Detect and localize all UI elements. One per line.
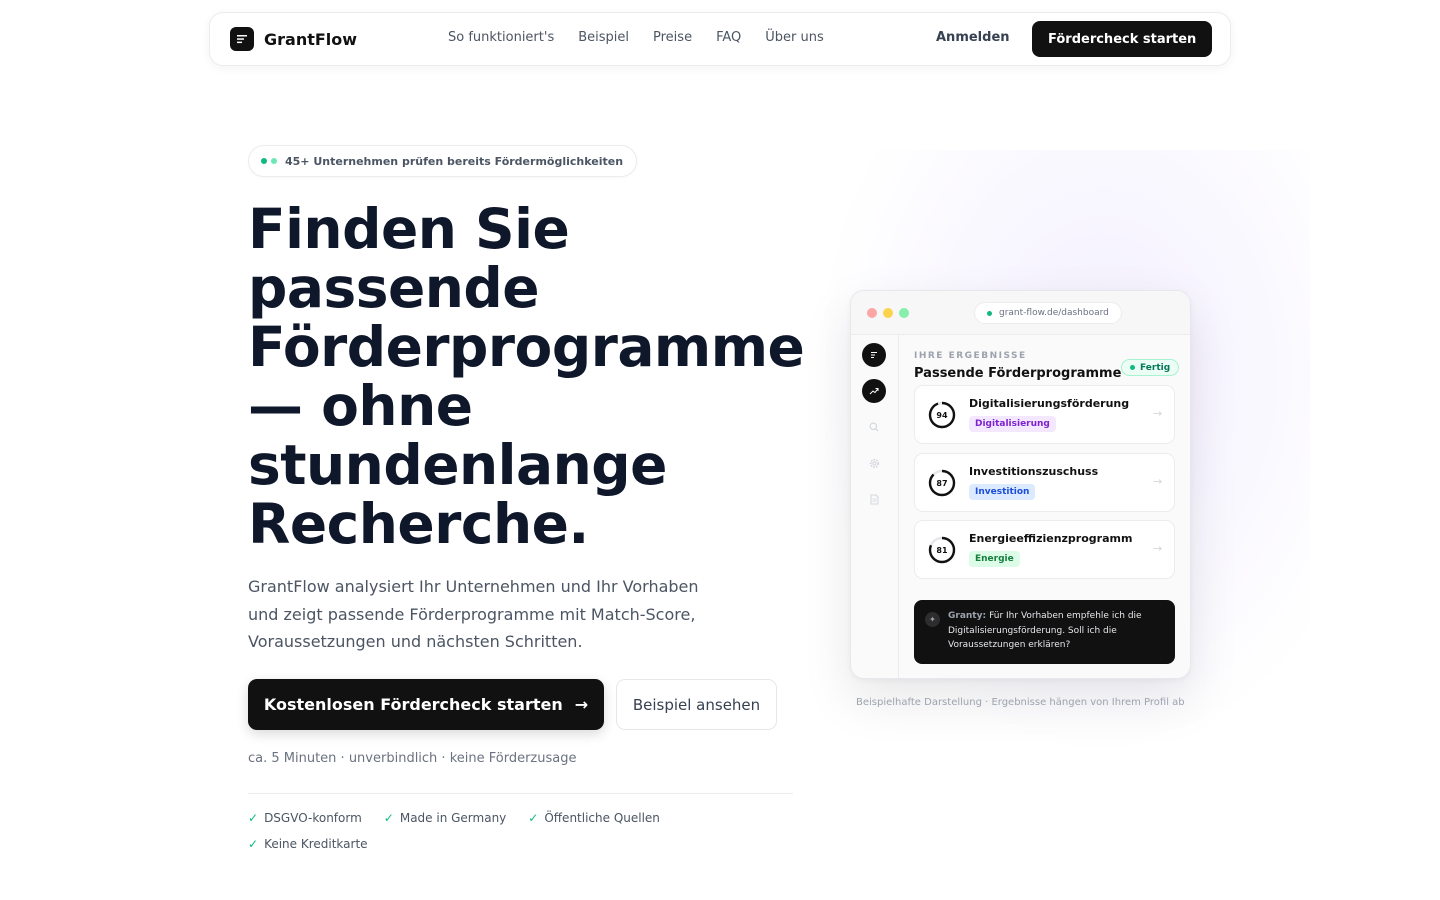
program-card[interactable]: 94 Digitalisierungsförderung Digitalisie… — [914, 385, 1175, 444]
results-label: IHRE ERGEBNISSE — [914, 351, 1027, 361]
assistant-message-text: Granty: Für Ihr Vorhaben empfehle ich die… — [948, 609, 1168, 653]
nav-link-pricing[interactable]: Preise — [653, 30, 692, 45]
url-bar: grant-flow.de/dashboard — [974, 302, 1122, 324]
program-card[interactable]: 87 Investitionszuschuss Investition → — [914, 453, 1175, 512]
secure-dot-icon — [987, 310, 992, 316]
headline-line: passende — [248, 256, 540, 320]
arrow-right-icon: → — [1153, 542, 1163, 555]
search-icon — [862, 415, 886, 439]
logo[interactable]: GrantFlow — [230, 27, 357, 51]
assistant-name: Granty: — [948, 611, 987, 621]
close-dot-icon — [867, 308, 877, 318]
program-title: Energieeffizienzprogramm — [969, 532, 1133, 545]
view-example-button[interactable]: Beispiel ansehen — [616, 679, 777, 730]
arrow-right-icon: → — [1153, 407, 1163, 420]
headline-line: — ohne — [248, 374, 473, 438]
gear-icon — [862, 451, 886, 475]
results-title: Passende Förderprogramme — [914, 366, 1122, 381]
divider — [248, 793, 793, 794]
top-navbar: GrantFlow So funktioniert's Beispiel Pre… — [209, 12, 1231, 66]
mockup-main: IHRE ERGEBNISSE Passende Förderprogramme… — [899, 335, 1190, 678]
trust-label: Öffentliche Quellen — [544, 811, 660, 825]
category-tag: Investition — [969, 484, 1036, 500]
browser-bar: grant-flow.de/dashboard — [851, 291, 1190, 335]
category-tag: Energie — [969, 551, 1020, 567]
url-text: grant-flow.de/dashboard — [999, 308, 1109, 318]
headline-line: Finden Sie — [248, 197, 570, 261]
free-check-button[interactable]: Kostenlosen Fördercheck starten → — [248, 679, 604, 730]
match-score: 81 — [936, 545, 948, 555]
trust-item: ✓ Made in Germany — [384, 810, 507, 826]
nav-link-faq[interactable]: FAQ — [716, 30, 741, 45]
trust-item: ✓ DSGVO-konform — [248, 810, 362, 826]
trust-badges: ✓ DSGVO-konform ✓ Made in Germany ✓ Öffe… — [248, 810, 698, 852]
minimize-dot-icon — [883, 308, 893, 318]
social-proof-pill: 45+ Unternehmen prüfen bereits Fördermög… — [248, 145, 638, 177]
dashboard-mockup: grant-flow.de/dashboard IHRE ERGEBNISSE … — [850, 290, 1191, 679]
trust-label: Keine Kreditkarte — [264, 837, 368, 851]
status-badge: Fertig — [1121, 359, 1180, 376]
logo-mark-icon — [230, 27, 254, 51]
hero-meta: ca. 5 Minuten · unverbindlich · keine Fö… — [248, 751, 577, 766]
trust-label: Made in Germany — [399, 811, 507, 825]
mockup-sidebar — [851, 335, 899, 678]
trend-up-icon — [862, 379, 886, 403]
start-check-button[interactable]: Fördercheck starten — [1032, 21, 1213, 57]
program-title: Investitionszuschuss — [969, 465, 1099, 478]
arrow-right-icon: → — [1153, 475, 1163, 488]
hero-headline: Finden Sie passende Förderprogramme — oh… — [248, 200, 808, 554]
free-check-button-label: Kostenlosen Fördercheck starten — [263, 695, 563, 714]
login-link[interactable]: Anmelden — [936, 30, 1010, 45]
program-title: Digitalisierungsförderung — [969, 397, 1130, 410]
trust-item: ✓ Öffentliche Quellen — [528, 810, 660, 826]
trust-item: ✓ Keine Kreditkarte — [248, 836, 368, 852]
match-score: 87 — [936, 478, 948, 488]
mockup-caption: Beispielhafte Darstellung · Ergebnisse h… — [856, 697, 1185, 708]
brand-name: GrantFlow — [264, 29, 358, 49]
status-badge-label: Fertig — [1140, 362, 1171, 373]
social-proof-text: 45+ Unternehmen prüfen bereits Fördermög… — [285, 154, 624, 168]
assistant-message: ✦ Granty: Für Ihr Vorhaben empfehle ich d… — [914, 600, 1175, 664]
category-tag: Digitalisierung — [969, 416, 1056, 432]
headline-line: Förderprogramme — [248, 315, 805, 379]
check-icon: ✓ — [528, 811, 539, 825]
program-card[interactable]: 81 Energieeffizienzprogramm Energie → — [914, 520, 1175, 579]
trust-label: DSGVO-konform — [264, 811, 362, 825]
status-dot-icon — [261, 158, 267, 164]
maximize-dot-icon — [899, 308, 909, 318]
nav-links: So funktioniert's Beispiel Preise FAQ Üb… — [448, 30, 848, 45]
nav-link-example[interactable]: Beispiel — [578, 30, 629, 45]
nav-link-how-it-works[interactable]: So funktioniert's — [448, 30, 554, 45]
hero-subtitle: GrantFlow analysiert Ihr Unternehmen und… — [248, 577, 699, 651]
nav-link-about[interactable]: Über uns — [765, 30, 824, 45]
arrow-right-icon: → — [574, 695, 589, 714]
match-score: 94 — [936, 410, 948, 420]
status-dot-icon — [271, 158, 277, 164]
menu-icon — [862, 343, 886, 367]
document-icon — [862, 487, 886, 511]
sparkle-icon: ✦ — [925, 612, 940, 627]
check-icon: ✓ — [248, 811, 259, 825]
check-icon: ✓ — [383, 811, 394, 825]
headline-line: stundenlange — [248, 433, 667, 497]
check-icon: ✓ — [248, 837, 259, 851]
status-dot-icon — [1130, 365, 1135, 370]
headline-line: Recherche. — [248, 492, 589, 556]
